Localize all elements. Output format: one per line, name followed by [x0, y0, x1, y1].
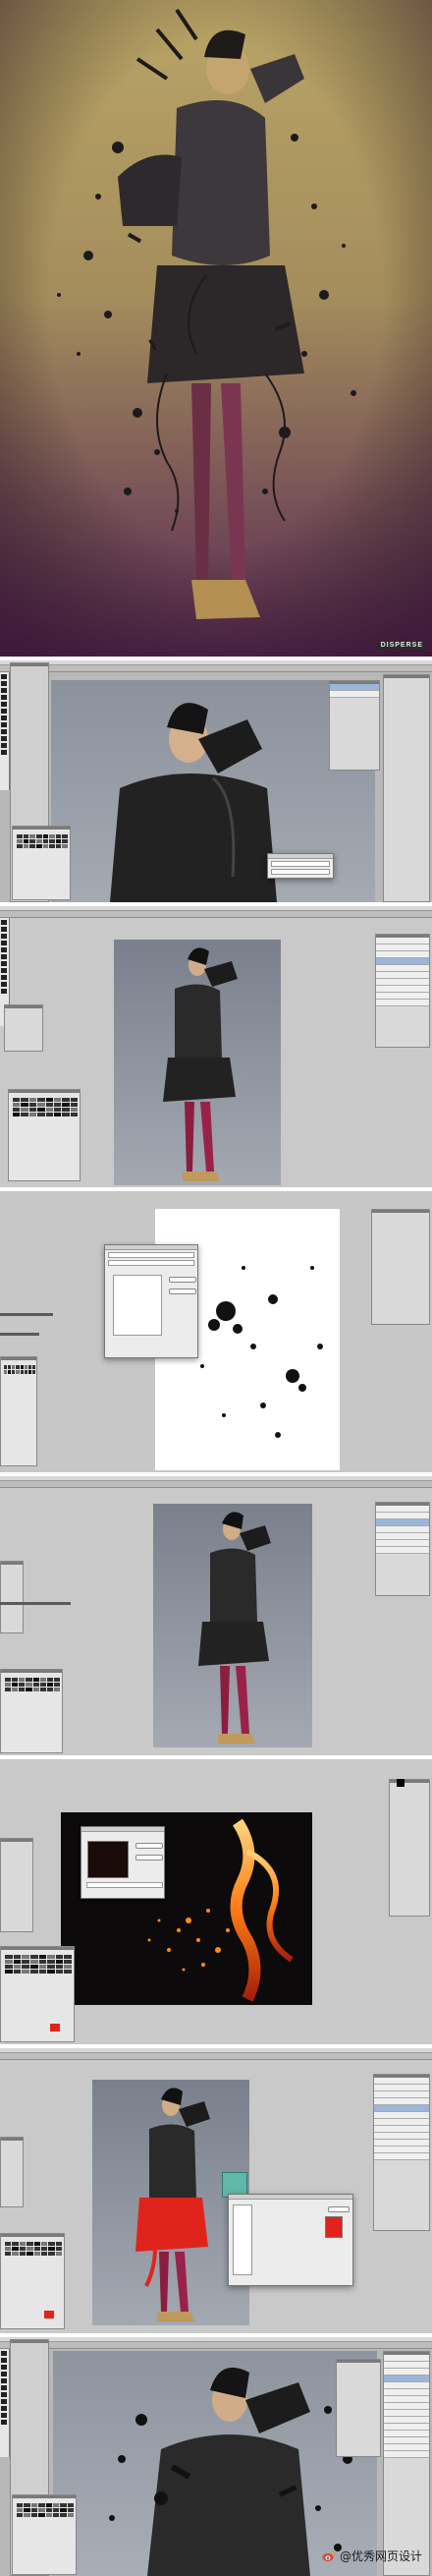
- canvas[interactable]: [114, 940, 281, 1185]
- tools-panel[interactable]: [0, 672, 10, 790]
- options-bar[interactable]: [0, 665, 432, 672]
- artist-signature: DISPERSE: [377, 641, 426, 650]
- tools-panel[interactable]: [0, 1838, 33, 1932]
- dispersion-figure: [0, 0, 432, 657]
- screenshot-step-3: [0, 1191, 432, 1472]
- screenshot-step-6: [0, 2048, 432, 2333]
- color-panel[interactable]: [4, 1004, 43, 1052]
- options-bar[interactable]: [0, 2342, 432, 2349]
- layers-panel[interactable]: [383, 2351, 430, 2576]
- screenshot-step-1: [0, 660, 432, 902]
- canvas[interactable]: [153, 1504, 312, 1747]
- history-panel[interactable]: [383, 674, 430, 902]
- tools-panel[interactable]: [0, 2349, 10, 2457]
- color-panel[interactable]: [0, 2137, 24, 2207]
- watermark: @优秀网页设计: [322, 2547, 422, 2564]
- canvas-photo: [163, 947, 238, 1181]
- color-panel[interactable]: [0, 1561, 24, 1633]
- ruler-guide: [0, 1333, 39, 1336]
- screenshot-step-4: [0, 1476, 432, 1755]
- watermark-text: @优秀网页设计: [339, 2549, 422, 2563]
- layers-panel[interactable]: [373, 2074, 430, 2231]
- history-panel[interactable]: [336, 2359, 381, 2457]
- options-bar[interactable]: [0, 2053, 432, 2060]
- weibo-icon: [322, 2549, 336, 2561]
- canvas[interactable]: [92, 2080, 249, 2325]
- properties-panel[interactable]: [371, 1209, 430, 1325]
- image-size-dialog[interactable]: [267, 853, 334, 879]
- options-bar[interactable]: [0, 911, 432, 918]
- brush-presets-panel[interactable]: [0, 1356, 37, 1466]
- brush-presets-panel[interactable]: [0, 2233, 65, 2329]
- layers-panel[interactable]: [375, 934, 430, 1048]
- screenshot-step-5: [0, 1759, 432, 2044]
- screenshot-step-2: [0, 906, 432, 1187]
- hero-artwork: DISPERSE: [0, 0, 432, 657]
- ruler-guide: [0, 1313, 53, 1316]
- layers-panel[interactable]: [375, 1502, 430, 1596]
- color-swatch[interactable]: [397, 1779, 405, 1787]
- brush-presets-panel[interactable]: [12, 2494, 77, 2575]
- brush-presets-panel[interactable]: [12, 826, 71, 900]
- brush-presets-panel[interactable]: [8, 1089, 81, 1181]
- canvas-photo: [198, 1512, 271, 1744]
- layers-panel[interactable]: [329, 680, 380, 771]
- screenshot-step-7: @优秀网页设计: [0, 2337, 432, 2576]
- layer-style-dialog[interactable]: [81, 1826, 165, 1899]
- canvas[interactable]: [53, 2351, 377, 2576]
- color-picker-dialog[interactable]: [228, 2194, 353, 2286]
- canvas-photo: [135, 2088, 210, 2321]
- brush-presets-panel[interactable]: [0, 1669, 63, 1753]
- properties-panel[interactable]: [389, 1779, 430, 1917]
- brush-presets-panel[interactable]: [0, 1946, 75, 2042]
- brush-settings-dialog[interactable]: [104, 1244, 198, 1358]
- ruler-guide: [0, 1602, 71, 1605]
- options-bar[interactable]: [0, 1481, 432, 1488]
- final-composite-canvas: [109, 2367, 352, 2576]
